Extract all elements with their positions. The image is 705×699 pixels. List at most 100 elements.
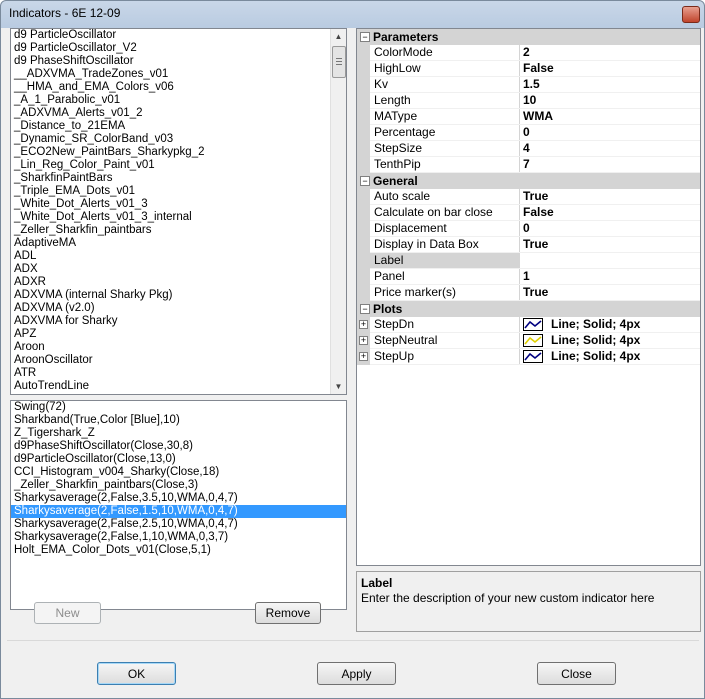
available-indicator-item[interactable]: d9 ParticleOscillator bbox=[11, 29, 346, 42]
property-value[interactable]: True bbox=[520, 285, 700, 300]
available-indicator-item[interactable]: d9 ParticleOscillator_V2 bbox=[11, 42, 346, 55]
grid-row[interactable]: Panel 1 bbox=[357, 269, 700, 285]
ok-button[interactable]: OK bbox=[97, 662, 176, 685]
scroll-thumb[interactable] bbox=[332, 46, 346, 78]
new-button[interactable]: New bbox=[34, 602, 101, 624]
available-indicator-item[interactable]: d9 PhaseShiftOscillator bbox=[11, 55, 346, 68]
available-indicator-item[interactable]: _White_Dot_Alerts_v01_3 bbox=[11, 198, 346, 211]
grid-row[interactable]: Length 10 bbox=[357, 93, 700, 109]
property-value[interactable] bbox=[520, 253, 700, 268]
applied-indicator-item[interactable]: CCI_Histogram_v004_Sharky(Close,18) bbox=[11, 466, 346, 479]
available-indicator-item[interactable]: _A_1_Parabolic_v01 bbox=[11, 94, 346, 107]
property-value-text: 7 bbox=[523, 157, 530, 171]
applied-indicator-item[interactable]: Sharkysaverage(2,False,3.5,10,WMA,0,4,7) bbox=[11, 492, 346, 505]
property-value[interactable]: 2 bbox=[520, 45, 700, 60]
grid-row[interactable]: + StepUp Line; Solid; 4px bbox=[357, 349, 700, 365]
property-value[interactable]: True bbox=[520, 237, 700, 252]
available-indicator-item[interactable]: _Zeller_Sharkfin_paintbars bbox=[11, 224, 346, 237]
available-indicator-item[interactable]: ADXVMA (v2.0) bbox=[11, 302, 346, 315]
grid-row[interactable]: TenthPip 7 bbox=[357, 157, 700, 173]
applied-indicator-item[interactable]: _Zeller_Sharkfin_paintbars(Close,3) bbox=[11, 479, 346, 492]
available-indicator-item[interactable]: _Distance_to_21EMA bbox=[11, 120, 346, 133]
grid-row[interactable]: Calculate on bar close False bbox=[357, 205, 700, 221]
available-indicator-item[interactable]: AroonOscillator bbox=[11, 354, 346, 367]
grid-row[interactable]: MAType WMA bbox=[357, 109, 700, 125]
applied-indicator-item[interactable]: d9PhaseShiftOscillator(Close,30,8) bbox=[11, 440, 346, 453]
grid-row[interactable]: + StepNeutral Line; Solid; 4px bbox=[357, 333, 700, 349]
applied-indicators-list[interactable]: Swing(72) Sharkband(True,Color [Blue],10)… bbox=[10, 400, 347, 610]
available-indicator-item[interactable]: _White_Dot_Alerts_v01_3_internal bbox=[11, 211, 346, 224]
available-indicator-item[interactable]: ADXR bbox=[11, 276, 346, 289]
scroll-up-arrow-icon[interactable]: ▲ bbox=[331, 29, 346, 44]
available-indicator-item[interactable]: AutoTrendLine bbox=[11, 380, 346, 393]
available-list-scrollbar[interactable]: ▲ ▼ bbox=[330, 29, 346, 394]
available-indicator-item[interactable]: ADXVMA (internal Sharky Pkg) bbox=[11, 289, 346, 302]
grid-row[interactable]: Displacement 0 bbox=[357, 221, 700, 237]
expand-icon[interactable]: + bbox=[359, 352, 368, 361]
property-value[interactable]: 1 bbox=[520, 269, 700, 284]
property-value[interactable]: False bbox=[520, 205, 700, 220]
property-value[interactable]: True bbox=[520, 189, 700, 204]
grid-row[interactable]: HighLow False bbox=[357, 61, 700, 77]
grid-row[interactable]: Percentage 0 bbox=[357, 125, 700, 141]
available-indicator-item[interactable]: ADXVMA for Sharky bbox=[11, 315, 346, 328]
grid-category-plots[interactable]: − Plots bbox=[357, 301, 700, 317]
grid-row[interactable]: + StepDn Line; Solid; 4px bbox=[357, 317, 700, 333]
grid-row[interactable]: Label bbox=[357, 253, 700, 269]
applied-indicator-item[interactable]: Z_Tigershark_Z bbox=[11, 427, 346, 440]
expand-icon[interactable]: + bbox=[359, 320, 368, 329]
close-button[interactable]: Close bbox=[537, 662, 616, 685]
available-indicators-list[interactable]: d9 ParticleOscillator d9 ParticleOscillat… bbox=[10, 28, 347, 395]
grid-row[interactable]: Auto scale True bbox=[357, 189, 700, 205]
available-indicator-item[interactable]: ADL bbox=[11, 250, 346, 263]
applied-indicator-item[interactable]: Sharkysaverage(2,False,1,10,WMA,0,3,7) bbox=[11, 531, 346, 544]
grid-category-parameters[interactable]: − Parameters bbox=[357, 29, 700, 45]
collapse-icon[interactable]: − bbox=[360, 304, 370, 314]
property-value[interactable]: 1.5 bbox=[520, 77, 700, 92]
property-value[interactable]: False bbox=[520, 61, 700, 76]
property-value[interactable]: 7 bbox=[520, 157, 700, 172]
property-value[interactable]: 10 bbox=[520, 93, 700, 108]
applied-indicator-item[interactable]: Sharkband(True,Color [Blue],10) bbox=[11, 414, 346, 427]
title-bar[interactable]: Indicators - 6E 12-09 bbox=[1, 1, 704, 27]
grid-row[interactable]: Display in Data Box True bbox=[357, 237, 700, 253]
available-indicator-item[interactable]: _Lin_Reg_Color_Paint_v01 bbox=[11, 159, 346, 172]
property-value[interactable]: WMA bbox=[520, 109, 700, 124]
grid-row[interactable]: Kv 1.5 bbox=[357, 77, 700, 93]
apply-button[interactable]: Apply bbox=[317, 662, 396, 685]
property-value[interactable]: 4 bbox=[520, 141, 700, 156]
property-value[interactable]: Line; Solid; 4px bbox=[520, 317, 700, 332]
applied-indicator-item[interactable]: Swing(72) bbox=[11, 401, 346, 414]
available-indicator-item[interactable]: __ADXVMA_TradeZones_v01 bbox=[11, 68, 346, 81]
available-indicator-item[interactable]: ADX bbox=[11, 263, 346, 276]
available-indicator-item[interactable]: Aroon bbox=[11, 341, 346, 354]
property-value[interactable]: Line; Solid; 4px bbox=[520, 333, 700, 348]
available-indicator-item[interactable]: _Dynamic_SR_ColorBand_v03 bbox=[11, 133, 346, 146]
collapse-icon[interactable]: − bbox=[360, 176, 370, 186]
grid-row[interactable]: ColorMode 2 bbox=[357, 45, 700, 61]
property-grid[interactable]: − Parameters ColorMode 2 HighLow False Kv 1.5 Le… bbox=[356, 28, 701, 566]
available-indicator-item[interactable]: _ECO2New_PaintBars_Sharkypkg_2 bbox=[11, 146, 346, 159]
available-indicator-item[interactable]: APZ bbox=[11, 328, 346, 341]
available-indicator-item[interactable]: __HMA_and_EMA_Colors_v06 bbox=[11, 81, 346, 94]
expand-icon[interactable]: + bbox=[359, 336, 368, 345]
property-value[interactable]: 0 bbox=[520, 221, 700, 236]
collapse-icon[interactable]: − bbox=[360, 32, 370, 42]
property-value[interactable]: 0 bbox=[520, 125, 700, 140]
available-indicator-item[interactable]: _ADXVMA_Alerts_v01_2 bbox=[11, 107, 346, 120]
property-value[interactable]: Line; Solid; 4px bbox=[520, 349, 700, 364]
applied-indicator-item[interactable]: Sharkysaverage(2,False,1.5,10,WMA,0,4,7) bbox=[11, 505, 346, 518]
applied-indicator-item[interactable]: Sharkysaverage(2,False,2.5,10,WMA,0,4,7) bbox=[11, 518, 346, 531]
grid-row[interactable]: StepSize 4 bbox=[357, 141, 700, 157]
window-close-button[interactable] bbox=[682, 6, 700, 23]
available-indicator-item[interactable]: _Triple_EMA_Dots_v01 bbox=[11, 185, 346, 198]
applied-indicator-item[interactable]: d9ParticleOscillator(Close,13,0) bbox=[11, 453, 346, 466]
grid-category-general[interactable]: − General bbox=[357, 173, 700, 189]
remove-button[interactable]: Remove bbox=[255, 602, 321, 624]
scroll-down-arrow-icon[interactable]: ▼ bbox=[331, 379, 346, 394]
available-indicator-item[interactable]: AdaptiveMA bbox=[11, 237, 346, 250]
available-indicator-item[interactable]: _SharkfinPaintBars bbox=[11, 172, 346, 185]
applied-indicator-item[interactable]: Holt_EMA_Color_Dots_v01(Close,5,1) bbox=[11, 544, 346, 557]
available-indicator-item[interactable]: ATR bbox=[11, 367, 346, 380]
grid-row[interactable]: Price marker(s) True bbox=[357, 285, 700, 301]
